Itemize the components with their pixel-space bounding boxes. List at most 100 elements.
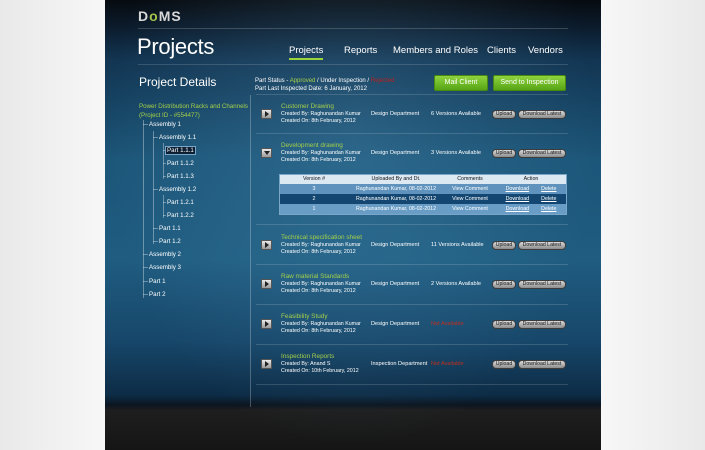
- tree-item-part-1-2-1[interactable]: Part 1.2.1: [167, 199, 194, 206]
- nav-clients[interactable]: Clients: [487, 45, 516, 56]
- tree-connector: [143, 281, 148, 282]
- document-department: Inspection Department: [371, 361, 428, 367]
- download-link[interactable]: Download: [506, 204, 530, 214]
- tree-item-part-1-2-2[interactable]: Part 1.2.2: [167, 212, 194, 219]
- tree-item-part-1-1-3[interactable]: Part 1.1.3: [167, 173, 194, 180]
- document-versions: Not Available: [431, 361, 464, 367]
- document-created-by: Created By: Raghunandan Kumar: [281, 281, 361, 287]
- download-latest-button[interactable]: Download Latest: [518, 241, 566, 250]
- upload-button[interactable]: Upload: [492, 149, 516, 158]
- project-id: (Project ID - #554477): [139, 112, 200, 119]
- page-background-left: [0, 0, 105, 450]
- expand-toggle[interactable]: [261, 319, 272, 329]
- project-tree-root[interactable]: Power Distribution Racks and Channels (P…: [139, 102, 248, 120]
- document-created-by: Created By: Raghunandan Kumar: [281, 321, 361, 327]
- send-to-inspection-button[interactable]: Send to Inspection: [493, 75, 566, 91]
- download-latest-button[interactable]: Download Latest: [518, 320, 566, 329]
- document-created-on: Created On: 8th February, 2012: [281, 157, 356, 163]
- document-versions: Not Available: [431, 321, 464, 327]
- upload-button[interactable]: Upload: [492, 360, 516, 369]
- document-department: Design Department: [371, 242, 420, 248]
- upload-button[interactable]: Upload: [492, 280, 516, 289]
- nav-members-and-roles[interactable]: Members and Roles: [393, 45, 478, 56]
- tree-connector: [143, 294, 148, 295]
- play-icon: [265, 111, 269, 117]
- view-comment-link[interactable]: View Comment: [444, 194, 496, 204]
- download-latest-button[interactable]: Download Latest: [518, 110, 566, 119]
- document-created-by: Created By: Raghunandan Kumar: [281, 111, 361, 117]
- tree-item-assembly-2[interactable]: Assembly 2: [149, 251, 181, 258]
- play-icon: [265, 321, 269, 327]
- upload-button[interactable]: Upload: [492, 110, 516, 119]
- tree-item-part-1-2[interactable]: Part 1.2: [159, 238, 181, 245]
- document-created-on: Created On: 10th February, 2012: [281, 368, 359, 374]
- nav-vendors[interactable]: Vendors: [528, 45, 563, 56]
- expand-toggle[interactable]: [261, 279, 272, 289]
- project-details-heading: Project Details: [139, 75, 217, 89]
- nav-reports[interactable]: Reports: [344, 45, 377, 56]
- delete-link[interactable]: Delete: [541, 184, 556, 194]
- version-number: 2: [312, 196, 316, 202]
- tree-connector: [143, 267, 148, 268]
- document-name[interactable]: Feasibility Study: [281, 313, 328, 320]
- last-inspected-date: Part Last Inspected Date: 6 January, 201…: [255, 86, 367, 92]
- tree-connector: [143, 120, 144, 298]
- document-versions: 2 Versions Available: [431, 281, 481, 287]
- tree-item-assembly-1-1[interactable]: Assembly 1.1: [159, 134, 196, 141]
- document-name[interactable]: Development drawing: [281, 142, 343, 149]
- column-header-action: Action: [523, 176, 539, 182]
- download-latest-button[interactable]: Download Latest: [518, 149, 566, 158]
- tree-item-assembly-1-2[interactable]: Assembly 1.2: [159, 186, 196, 193]
- download-link[interactable]: Download: [506, 184, 530, 194]
- document-meta: Created By: Raghunandan Kumar Created On…: [281, 242, 361, 256]
- view-comment-link[interactable]: View Comment: [444, 204, 496, 214]
- version-number: 3: [312, 186, 316, 192]
- document-versions: 3 Versions Available: [431, 150, 481, 156]
- header-divider: [138, 28, 568, 29]
- document-created-on: Created On: 8th February, 2012: [281, 288, 356, 294]
- upload-button[interactable]: Upload: [492, 320, 516, 329]
- collapse-toggle[interactable]: [261, 148, 272, 158]
- download-latest-button[interactable]: Download Latest: [518, 280, 566, 289]
- document-department: Design Department: [371, 281, 420, 287]
- tree-connector: [163, 202, 166, 203]
- document-created-on: Created On: 8th February, 2012: [281, 118, 356, 124]
- nav-projects[interactable]: Projects: [289, 45, 324, 60]
- expand-toggle[interactable]: [261, 109, 272, 119]
- doms-logo[interactable]: DoMS: [138, 8, 182, 24]
- document-name[interactable]: Technical specification sheet: [281, 234, 362, 241]
- delete-link[interactable]: Delete: [541, 194, 556, 204]
- document-department: Design Department: [371, 111, 420, 117]
- part-status: Part Status - Approved / Under Inspectio…: [255, 78, 394, 84]
- document-meta: Created By: Raghunandan Kumar Created On…: [281, 111, 361, 125]
- delete-link[interactable]: Delete: [541, 204, 556, 214]
- document-name[interactable]: Inspection Reports: [281, 353, 334, 360]
- document-meta: Created By: Raghunandan Kumar Created On…: [281, 281, 361, 295]
- download-link[interactable]: Download: [506, 194, 530, 204]
- tree-connector: [163, 215, 166, 216]
- expand-toggle[interactable]: [261, 359, 272, 369]
- tree-item-assembly-3[interactable]: Assembly 3: [149, 264, 181, 271]
- download-latest-button[interactable]: Download Latest: [518, 360, 566, 369]
- uploaded-by: Raghunandan Kumar, 08-02-2012: [355, 206, 437, 212]
- view-comment-link[interactable]: View Comment: [444, 184, 496, 194]
- document-name[interactable]: Customer Drawing: [281, 103, 334, 110]
- version-number: 1: [312, 206, 316, 212]
- tree-item-part-1-1[interactable]: Part 1.1: [159, 225, 181, 232]
- document-name[interactable]: Raw material Standards: [281, 273, 349, 280]
- tree-item-assembly-1[interactable]: Assembly 1: [149, 121, 181, 128]
- mail-client-button[interactable]: Mail Client: [434, 75, 488, 91]
- uploaded-by: Raghunandan Kumar, 08-02-2012: [355, 186, 437, 192]
- row-divider: [256, 344, 568, 345]
- app-frame: DoMS Projects Projects Reports Members a…: [105, 0, 601, 450]
- tree-item-part-1-1-1[interactable]: Part 1.1.1: [165, 146, 196, 155]
- tree-item-part-1-1-2[interactable]: Part 1.1.2: [167, 160, 194, 167]
- column-header-comments: Comments: [457, 176, 483, 182]
- upload-button[interactable]: Upload: [492, 241, 516, 250]
- row-actions: Download Delete: [496, 194, 566, 204]
- tree-item-part-2[interactable]: Part 2: [149, 291, 166, 298]
- expand-toggle[interactable]: [261, 240, 272, 250]
- play-icon: [265, 242, 269, 248]
- tree-item-part-1[interactable]: Part 1: [149, 278, 166, 285]
- document-meta: Created By: Anand S Created On: 10th Feb…: [281, 361, 359, 375]
